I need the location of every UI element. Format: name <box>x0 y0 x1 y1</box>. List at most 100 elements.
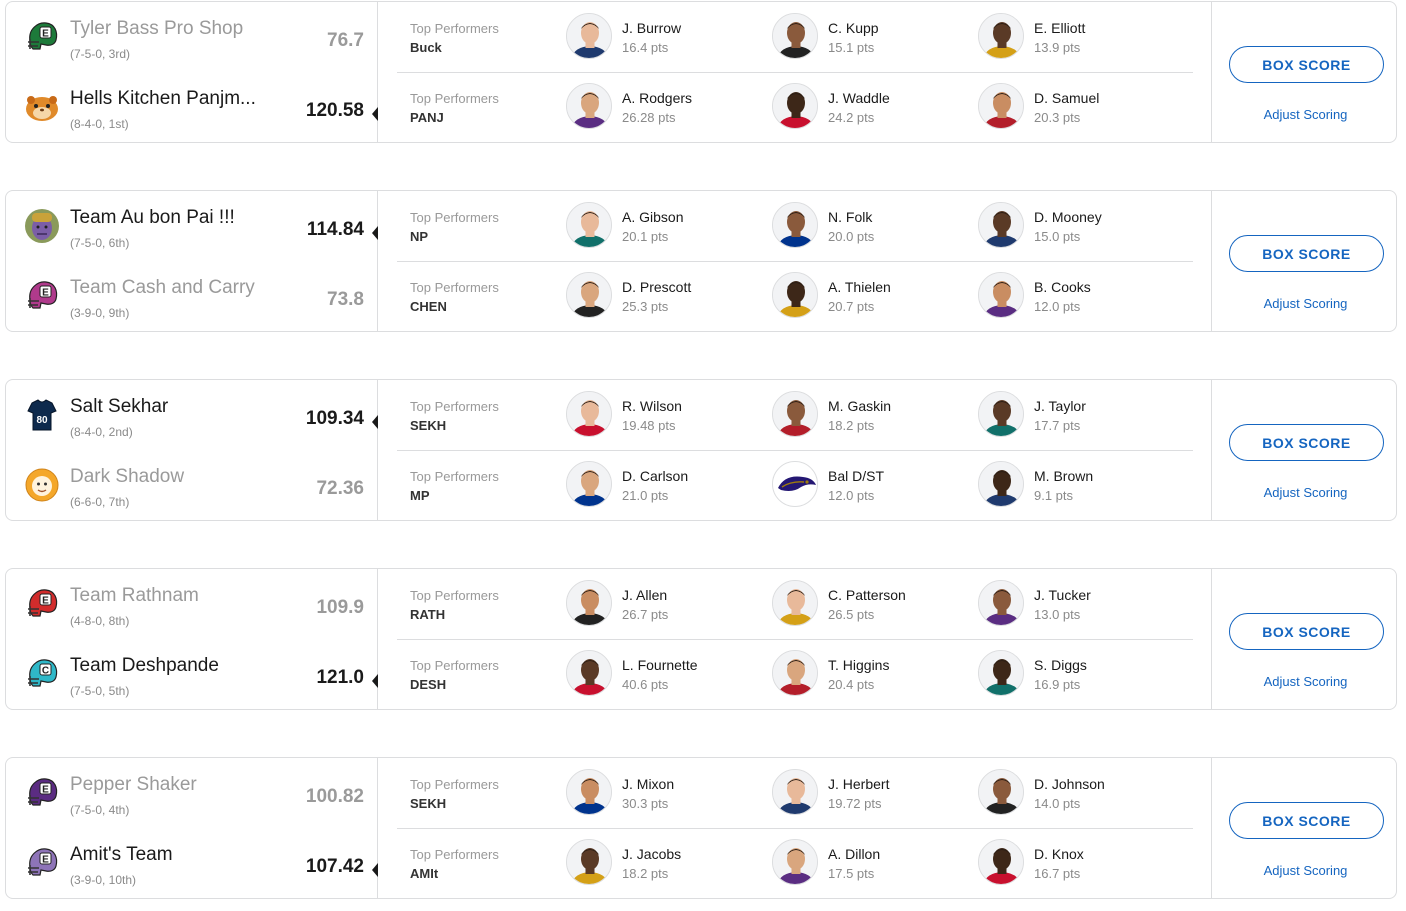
player-card[interactable]: D. Prescott 25.3 pts <box>566 272 766 320</box>
player-name[interactable]: M. Gaskin <box>828 398 891 414</box>
player-card[interactable]: T. Higgins 20.4 pts <box>772 650 972 698</box>
player-name[interactable]: A. Dillon <box>828 846 880 862</box>
player-name[interactable]: J. Jacobs <box>622 846 681 862</box>
player-card[interactable]: D. Knox 16.7 pts <box>978 839 1178 887</box>
player-headshot[interactable] <box>772 272 818 318</box>
player-name[interactable]: B. Cooks <box>1034 279 1091 295</box>
player-name[interactable]: L. Fournette <box>622 657 698 673</box>
player-name[interactable]: T. Higgins <box>828 657 889 673</box>
team-row[interactable]: 80 Salt Sekhar (8-4-0, 2nd) 109.34 <box>6 380 378 451</box>
player-headshot[interactable] <box>566 202 612 248</box>
helmet-teal-c-icon[interactable]: C <box>24 656 60 692</box>
player-headshot[interactable] <box>566 461 612 507</box>
player-name[interactable]: J. Herbert <box>828 776 889 792</box>
player-name[interactable]: E. Elliott <box>1034 20 1085 36</box>
player-card[interactable]: N. Folk 20.0 pts <box>772 202 972 250</box>
player-name[interactable]: C. Kupp <box>828 20 879 36</box>
player-headshot[interactable] <box>772 391 818 437</box>
team-name[interactable]: Pepper Shaker <box>70 774 197 796</box>
player-card[interactable]: E. Elliott 13.9 pts <box>978 13 1178 61</box>
team-name[interactable]: Team Rathnam <box>70 585 199 607</box>
player-name[interactable]: C. Patterson <box>828 587 906 603</box>
player-name[interactable]: M. Brown <box>1034 468 1093 484</box>
player-card[interactable]: M. Gaskin 18.2 pts <box>772 391 972 439</box>
cartoon-avatar-icon[interactable] <box>24 467 60 503</box>
player-name[interactable]: D. Prescott <box>622 279 691 295</box>
player-headshot[interactable] <box>772 202 818 248</box>
player-name[interactable]: D. Carlson <box>622 468 688 484</box>
adjust-scoring-link[interactable]: Adjust Scoring <box>1212 863 1399 878</box>
player-headshot[interactable] <box>772 769 818 815</box>
team-name[interactable]: Team Cash and Carry <box>70 277 255 299</box>
player-card[interactable]: M. Brown 9.1 pts <box>978 461 1178 509</box>
helmet-red-e-icon[interactable]: E <box>24 586 60 622</box>
player-headshot[interactable] <box>566 839 612 885</box>
player-headshot[interactable] <box>978 272 1024 318</box>
player-headshot[interactable] <box>772 839 818 885</box>
player-name[interactable]: S. Diggs <box>1034 657 1087 673</box>
helmet-green-e-icon[interactable]: E <box>24 19 60 55</box>
player-name[interactable]: D. Johnson <box>1034 776 1105 792</box>
player-headshot[interactable] <box>978 839 1024 885</box>
player-name[interactable]: J. Mixon <box>622 776 674 792</box>
team-row[interactable]: C Team Deshpande (7-5-0, 5th) 121.0 <box>6 639 378 710</box>
player-headshot[interactable] <box>978 83 1024 129</box>
player-headshot[interactable] <box>566 83 612 129</box>
player-name[interactable]: D. Mooney <box>1034 209 1102 225</box>
player-name[interactable]: N. Folk <box>828 209 872 225</box>
player-headshot[interactable] <box>772 83 818 129</box>
player-headshot[interactable] <box>566 391 612 437</box>
player-card[interactable]: D. Samuel 20.3 pts <box>978 83 1178 131</box>
adjust-scoring-link[interactable]: Adjust Scoring <box>1212 107 1399 122</box>
team-name[interactable]: Salt Sekhar <box>70 396 168 418</box>
player-card[interactable]: B. Cooks 12.0 pts <box>978 272 1178 320</box>
player-name[interactable]: J. Tucker <box>1034 587 1091 603</box>
player-card[interactable]: D. Carlson 21.0 pts <box>566 461 766 509</box>
player-headshot[interactable] <box>772 461 818 507</box>
player-card[interactable]: C. Kupp 15.1 pts <box>772 13 972 61</box>
team-row[interactable]: Team Au bon Pai !!! (7-5-0, 6th) 114.84 <box>6 191 378 262</box>
player-card[interactable]: D. Johnson 14.0 pts <box>978 769 1178 817</box>
player-headshot[interactable] <box>978 580 1024 626</box>
player-card[interactable]: A. Thielen 20.7 pts <box>772 272 972 320</box>
player-headshot[interactable] <box>978 391 1024 437</box>
player-card[interactable]: A. Rodgers 26.28 pts <box>566 83 766 131</box>
team-name[interactable]: Dark Shadow <box>70 466 184 488</box>
player-name[interactable]: J. Taylor <box>1034 398 1086 414</box>
box-score-button[interactable]: BOX SCORE <box>1229 235 1384 272</box>
thanos-avatar-icon[interactable] <box>24 208 60 244</box>
team-row[interactable]: E Tyler Bass Pro Shop (7-5-0, 3rd) 76.7 <box>6 2 378 73</box>
player-card[interactable]: D. Mooney 15.0 pts <box>978 202 1178 250</box>
jersey-80-icon[interactable]: 80 <box>24 397 60 433</box>
player-name[interactable]: A. Rodgers <box>622 90 692 106</box>
team-name[interactable]: Amit's Team <box>70 844 173 866</box>
player-card[interactable]: J. Jacobs 18.2 pts <box>566 839 766 887</box>
team-row[interactable]: E Pepper Shaker (7-5-0, 4th) 100.82 <box>6 758 378 829</box>
adjust-scoring-link[interactable]: Adjust Scoring <box>1212 296 1399 311</box>
player-card[interactable]: J. Taylor 17.7 pts <box>978 391 1178 439</box>
helmet-purple-e-icon[interactable]: E <box>24 775 60 811</box>
player-headshot[interactable] <box>566 650 612 696</box>
player-name[interactable]: J. Waddle <box>828 90 890 106</box>
player-headshot[interactable] <box>772 580 818 626</box>
player-headshot[interactable] <box>772 650 818 696</box>
player-card[interactable]: A. Dillon 17.5 pts <box>772 839 972 887</box>
team-row[interactable]: Hells Kitchen Panjm... (8-4-0, 1st) 120.… <box>6 72 378 143</box>
player-name[interactable]: J. Burrow <box>622 20 681 36</box>
player-card[interactable]: Bal D/ST 12.0 pts <box>772 461 972 509</box>
player-card[interactable]: J. Waddle 24.2 pts <box>772 83 972 131</box>
team-row[interactable]: Dark Shadow (6-6-0, 7th) 72.36 <box>6 450 378 521</box>
team-row[interactable]: E Team Rathnam (4-8-0, 8th) 109.9 <box>6 569 378 640</box>
box-score-button[interactable]: BOX SCORE <box>1229 613 1384 650</box>
player-name[interactable]: A. Gibson <box>622 209 683 225</box>
player-card[interactable]: J. Herbert 19.72 pts <box>772 769 972 817</box>
player-card[interactable]: J. Mixon 30.3 pts <box>566 769 766 817</box>
box-score-button[interactable]: BOX SCORE <box>1229 802 1384 839</box>
box-score-button[interactable]: BOX SCORE <box>1229 424 1384 461</box>
helmet-magenta-e-icon[interactable]: E <box>24 278 60 314</box>
team-row[interactable]: E Team Cash and Carry (3-9-0, 9th) 73.8 <box>6 261 378 332</box>
player-card[interactable]: J. Allen 26.7 pts <box>566 580 766 628</box>
player-headshot[interactable] <box>978 650 1024 696</box>
player-card[interactable]: L. Fournette 40.6 pts <box>566 650 766 698</box>
player-name[interactable]: Bal D/ST <box>828 468 884 484</box>
